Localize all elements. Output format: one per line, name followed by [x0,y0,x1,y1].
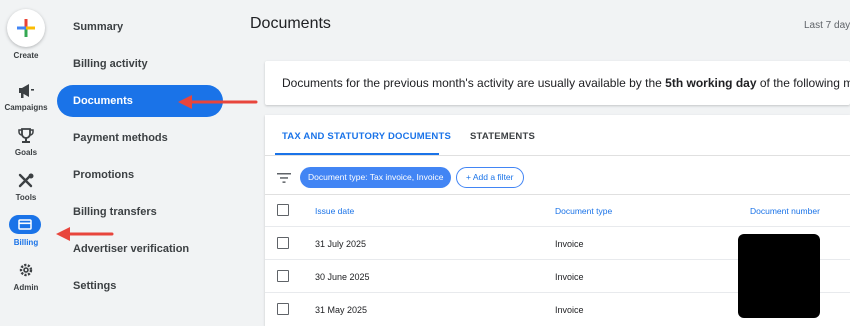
sidebar-item-summary[interactable]: Summary [57,11,223,43]
issue-date-cell: 31 July 2025 [315,239,367,249]
column-header-document-number[interactable]: Document number [750,206,820,216]
annotation-arrow-documents [178,95,258,109]
column-header-issue-date[interactable]: Issue date [315,206,354,216]
issue-date-cell: 30 June 2025 [315,272,370,282]
sidebar-item-payment-methods[interactable]: Payment methods [57,122,223,154]
rail-label-tools: Tools [15,193,37,202]
annotation-arrow-billing [56,227,114,241]
notice-prefix: Documents for the previous month's activ… [282,76,666,90]
rail-label-campaigns: Campaigns [4,103,48,112]
plus-icon [17,19,35,37]
sidebar-item-billing-activity[interactable]: Billing activity [57,48,223,80]
date-range-selector[interactable]: Last 7 days [804,20,850,31]
row-checkbox[interactable] [277,303,289,315]
trophy-icon [18,128,34,143]
filter-icon[interactable] [277,172,291,184]
notice-bold: 5th working day [665,76,757,90]
sidebar-item-promotions[interactable]: Promotions [57,159,223,191]
header-divider [265,226,850,227]
sidebar-item-settings[interactable]: Settings [57,270,223,302]
billing-card-icon [18,219,32,230]
page-title: Documents [250,15,331,32]
row-checkbox[interactable] [277,270,289,282]
select-all-checkbox[interactable] [277,204,289,216]
redaction-block [738,234,820,318]
megaphone-icon [19,84,34,98]
tab-tax-and-statutory-documents[interactable]: TAX AND STATUTORY DOCUMENTS [282,131,451,142]
row-checkbox[interactable] [277,237,289,249]
documents-notice: Documents for the previous month's activ… [265,61,850,105]
tab-divider [265,155,850,156]
issue-date-cell: 31 May 2025 [315,305,368,315]
table-top-divider [265,194,850,195]
document-type-cell: Invoice [555,305,584,315]
tab-statements[interactable]: STATEMENTS [470,131,535,142]
rail-label-admin: Admin [13,283,39,292]
billing-sidebar: Summary Billing activity Documents Payme… [52,0,247,326]
notice-text: Documents for the previous month's activ… [282,76,850,90]
left-nav-rail: Create Campaigns Goals Tools Billing Adm… [0,0,52,326]
gear-icon [19,263,33,277]
rail-label-billing: Billing [13,238,39,247]
create-button[interactable] [7,9,45,47]
add-filter-button[interactable]: + Add a filter [456,167,524,188]
create-label: Create [13,51,39,60]
document-type-cell: Invoice [555,239,584,249]
document-type-filter-chip[interactable]: Document type: Tax invoice, Invoice [300,167,452,188]
tools-icon [18,173,34,188]
column-header-document-type[interactable]: Document type [555,206,612,216]
notice-suffix: of the following month. [759,76,850,90]
document-type-cell: Invoice [555,272,584,282]
rail-label-goals: Goals [14,148,38,157]
